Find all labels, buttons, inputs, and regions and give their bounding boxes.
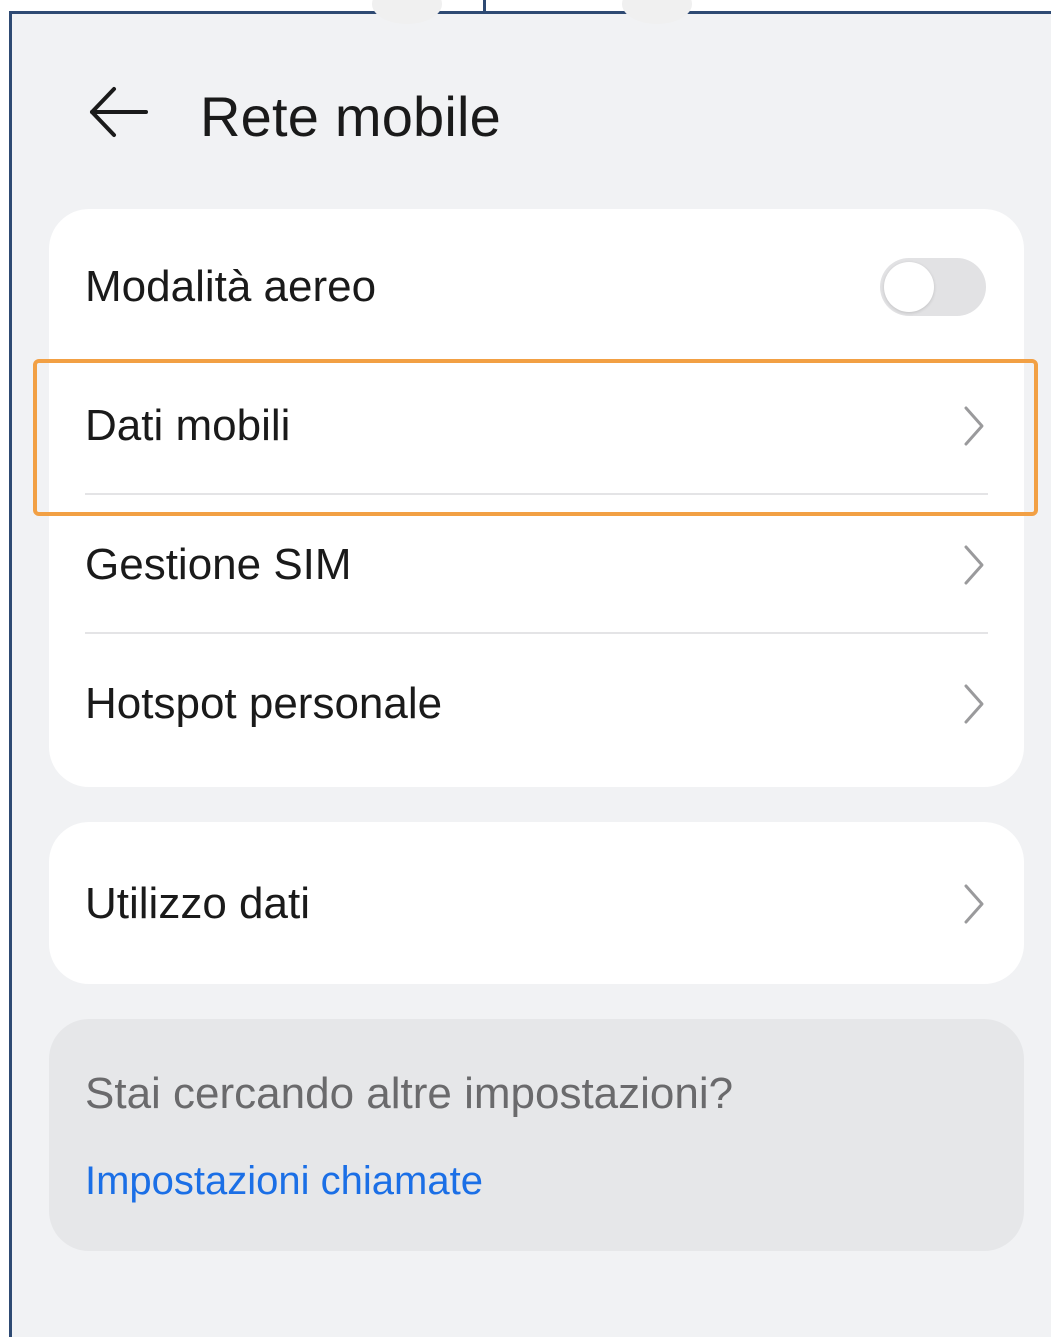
chevron-right-icon	[964, 545, 984, 584]
mobile-data-label: Dati mobili	[85, 400, 291, 450]
sim-management-label: Gestione SIM	[85, 539, 352, 589]
data-usage-label: Utilizzo dati	[85, 878, 310, 928]
back-button[interactable]	[82, 76, 154, 148]
chevron-right-icon	[964, 684, 984, 723]
airplane-mode-row[interactable]: Modalità aereo	[49, 217, 1024, 356]
chevron-right-icon	[964, 884, 984, 923]
toggle-knob	[884, 261, 934, 312]
sim-management-row[interactable]: Gestione SIM	[49, 495, 1024, 634]
airplane-mode-toggle[interactable]	[880, 257, 986, 316]
arrow-left-icon	[90, 87, 148, 137]
data-usage-card: Utilizzo dati	[49, 822, 1024, 984]
call-settings-link[interactable]: Impostazioni chiamate	[85, 1159, 483, 1204]
personal-hotspot-row[interactable]: Hotspot personale	[49, 634, 1024, 773]
airplane-mode-label: Modalità aereo	[85, 261, 377, 311]
page-title: Rete mobile	[200, 85, 502, 148]
more-settings-question: Stai cercando altre impostazioni?	[85, 1069, 734, 1118]
mobile-data-row[interactable]: Dati mobili	[49, 356, 1024, 495]
network-settings-card: Modalità aereo Dati mobili Gestione SIM …	[49, 209, 1024, 787]
header: Rete mobile	[12, 14, 1051, 204]
chevron-right-icon	[964, 406, 984, 445]
more-settings-card: Stai cercando altre impostazioni? Impost…	[49, 1019, 1024, 1251]
settings-screen: Rete mobile Modalità aereo Dati mobili G…	[9, 0, 1051, 1337]
data-usage-row[interactable]: Utilizzo dati	[49, 834, 1024, 973]
personal-hotspot-label: Hotspot personale	[85, 678, 443, 728]
